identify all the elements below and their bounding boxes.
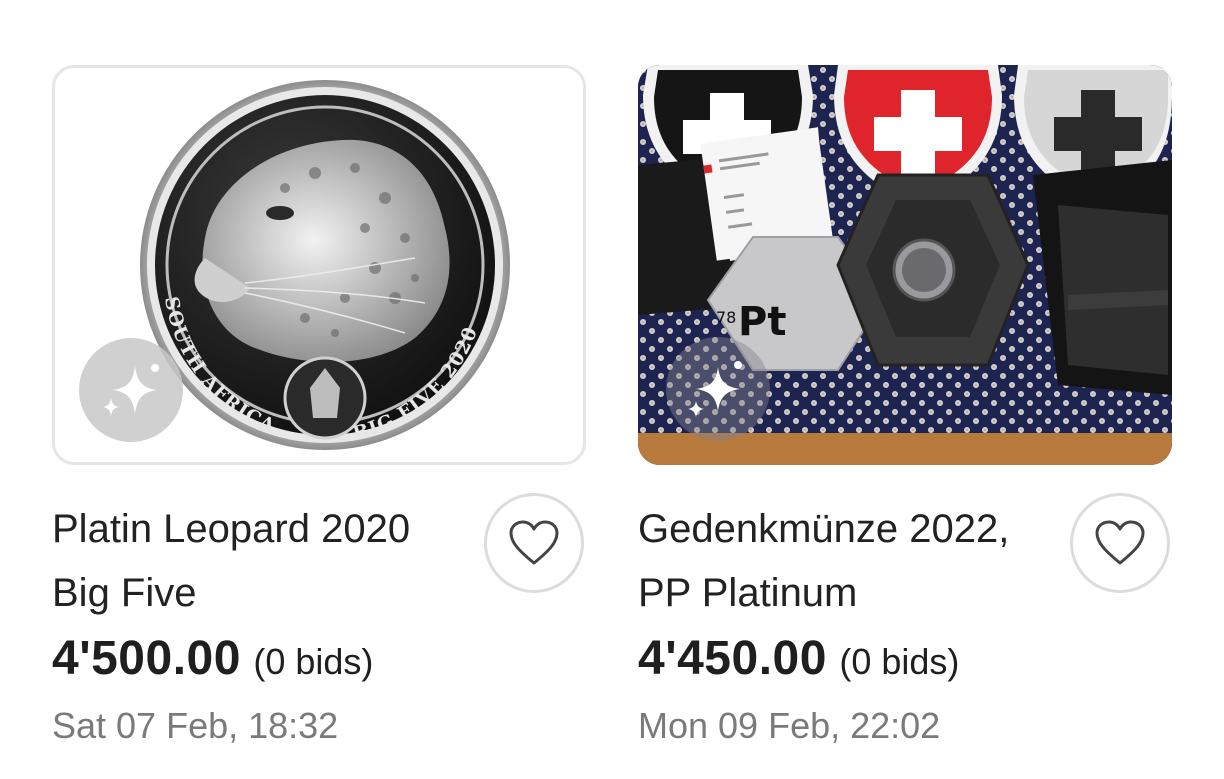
heart-icon: [1095, 520, 1145, 565]
sparkle-badge[interactable]: [666, 337, 770, 441]
listing-image[interactable]: 78 Pt: [638, 65, 1172, 465]
element-symbol: Pt: [738, 299, 786, 345]
listing-price: 4'500.00: [52, 632, 241, 685]
listing-image[interactable]: SOUTH AFRICA BIG FIVE 2020: [52, 65, 586, 465]
listing-title[interactable]: Gedenkmünze 2022, PP Platinum: [638, 497, 1058, 625]
element-number: 78: [716, 308, 736, 327]
bid-count: (0 bids): [253, 641, 374, 682]
heart-icon: [509, 520, 559, 565]
sparkle-badge[interactable]: [79, 338, 183, 442]
listing-end-time: Sat 07 Feb, 18:32: [52, 705, 339, 746]
price-row: 4'500.00 (0 bids): [52, 631, 373, 686]
bid-count: (0 bids): [839, 641, 960, 682]
price-row: 4'450.00 (0 bids): [638, 631, 959, 686]
sparkle-icon: [103, 364, 159, 416]
listing-grid: SOUTH AFRICA BIG FIVE 2020 Platin Leopar…: [0, 0, 1224, 779]
listing-title[interactable]: Platin Leopard 2020 Big Five: [52, 497, 472, 625]
favorite-button[interactable]: [484, 493, 584, 593]
listing-price: 4'450.00: [638, 632, 827, 685]
favorite-button[interactable]: [1070, 493, 1170, 593]
sparkle-icon: [688, 361, 742, 417]
listing-card[interactable]: 78 Pt Gedenkmünze 2022, PP Platinum 4'45…: [638, 65, 1172, 746]
listing-end-time: Mon 09 Feb, 22:02: [638, 705, 941, 746]
listing-card[interactable]: SOUTH AFRICA BIG FIVE 2020 Platin Leopar…: [52, 65, 586, 746]
